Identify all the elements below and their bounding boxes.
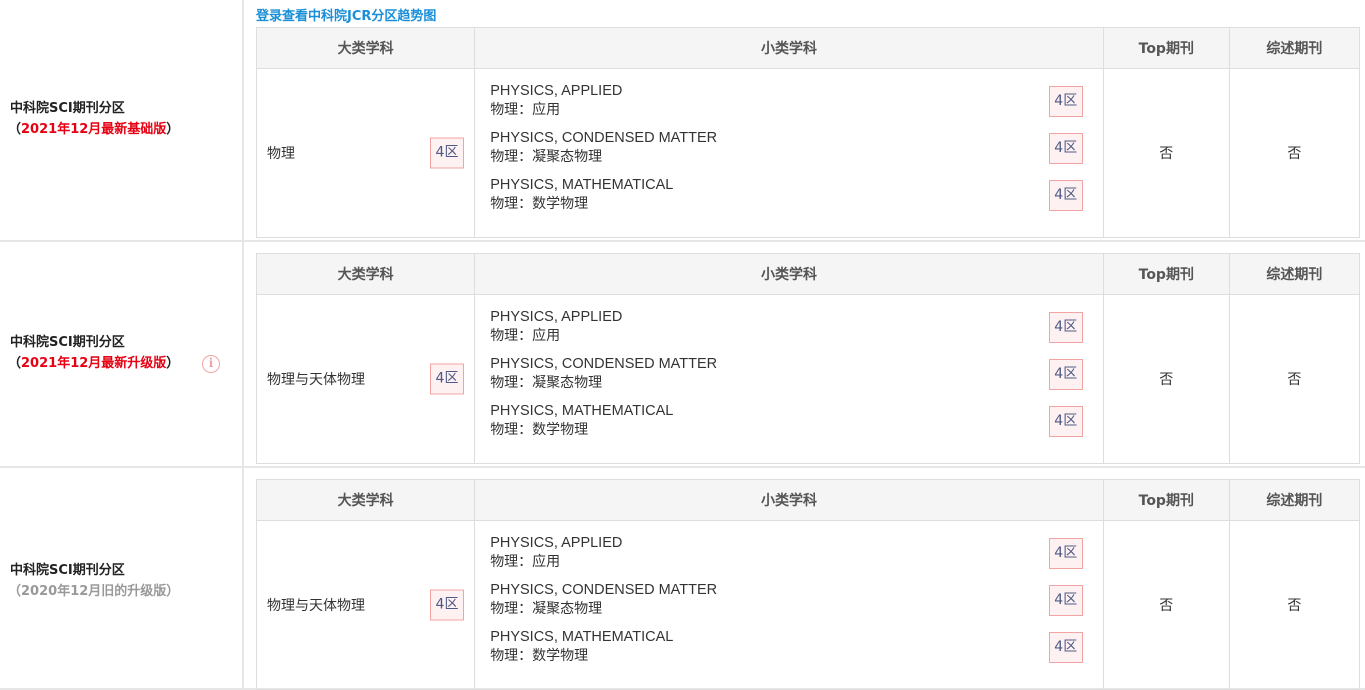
version-label: 2021年12月最新升级版 xyxy=(21,356,167,371)
section-title: 中科院SCI期刊分区 xyxy=(10,335,125,350)
subcategory-english-name: PHYSICS, APPLIED xyxy=(490,83,623,99)
version-paren-close: ） xyxy=(166,356,180,371)
version-label: 2020年12月旧的升级版 xyxy=(21,584,167,599)
subcategory-item: PHYSICS, CONDENSED MATTER 物理：凝聚态物理 4区 xyxy=(490,581,1083,628)
table-row: 物理与天体物理 4区 PHYSICS, APPLIED 物理：应用 4区 PHYSICS,… xyxy=(255,294,1361,464)
top-journal-value: 否 xyxy=(1102,294,1230,464)
header-review-journal: 综述期刊 xyxy=(1228,27,1361,69)
section-label-panel: 中科院SCI期刊分区 （2021年12月最新基础版） xyxy=(0,0,244,240)
subcategory-english-name: PHYSICS, CONDENSED MATTER xyxy=(490,356,718,372)
subcategory-english-name: PHYSICS, MATHEMATICAL xyxy=(490,629,674,645)
small-category-cell: PHYSICS, APPLIED 物理：应用 4区 PHYSICS, CONDENSE… xyxy=(474,68,1104,238)
subcategory-chinese-name: 物理：应用 xyxy=(490,102,561,118)
subcategory-item: PHYSICS, CONDENSED MATTER 物理：凝聚态物理 4区 xyxy=(490,355,1083,402)
big-category-name: 物理与天体物理 xyxy=(267,598,365,614)
header-top-journal: Top期刊 xyxy=(1102,479,1230,521)
review-journal-value: 否 xyxy=(1228,520,1361,690)
zone-badge: 4区 xyxy=(1048,632,1083,663)
header-small-category: 小类学科 xyxy=(474,27,1104,69)
subcategory-chinese-name: 物理：应用 xyxy=(490,554,561,570)
header-review-journal: 综述期刊 xyxy=(1228,479,1361,521)
header-review-journal: 综述期刊 xyxy=(1228,253,1361,295)
review-journal-value: 否 xyxy=(1228,68,1361,238)
big-category-cell: 物理 4区 xyxy=(255,68,476,238)
big-category-name: 物理 xyxy=(267,146,295,162)
zone-badge: 4区 xyxy=(430,137,464,169)
subcategory-chinese-name: 物理：凝聚态物理 xyxy=(490,149,603,165)
table-row: 物理与天体物理 4区 PHYSICS, APPLIED 物理：应用 4区 PHYSICS,… xyxy=(255,520,1361,690)
header-small-category: 小类学科 xyxy=(474,479,1104,521)
subcategory-chinese-name: 物理：应用 xyxy=(490,328,561,344)
zone-badge: 4区 xyxy=(1048,359,1083,390)
header-big-category: 大类学科 xyxy=(255,479,476,521)
zone-badge: 4区 xyxy=(1048,585,1083,616)
subcategory-chinese-name: 物理：数学物理 xyxy=(490,422,589,438)
subcategory-item: PHYSICS, MATHEMATICAL 物理：数学物理 4区 xyxy=(490,628,1083,675)
version-paren-close: ） xyxy=(166,122,180,137)
header-big-category: 大类学科 xyxy=(255,253,476,295)
section-label-panel: 中科院SCI期刊分区 （2020年12月旧的升级版） xyxy=(0,468,244,688)
subcategory-english-name: PHYSICS, APPLIED xyxy=(490,309,623,325)
subcategory-english-name: PHYSICS, CONDENSED MATTER xyxy=(490,582,718,598)
section-label-panel: 中科院SCI期刊分区 （2021年12月最新升级版） i xyxy=(0,242,244,466)
subcategory-english-name: PHYSICS, MATHEMATICAL xyxy=(490,403,674,419)
version-label: 2021年12月最新基础版 xyxy=(21,122,167,137)
zone-section: 中科院SCI期刊分区 （2020年12月旧的升级版） 大类学科 小类学科 Top期刊 综述… xyxy=(0,468,1365,690)
section-version: （2020年12月旧的升级版） xyxy=(8,582,180,602)
zone-section: 中科院SCI期刊分区 （2021年12月最新基础版） 大类学科 小类学科 Top期刊 综述… xyxy=(0,0,1365,242)
big-category-cell: 物理与天体物理 4区 xyxy=(255,520,476,690)
subcategory-chinese-name: 物理：数学物理 xyxy=(490,648,589,664)
subcategory-item: PHYSICS, CONDENSED MATTER 物理：凝聚态物理 4区 xyxy=(490,129,1083,176)
zone-table: 大类学科 小类学科 Top期刊 综述期刊 物理与天体物理 4区 PHYSICS, APPLI… xyxy=(255,253,1361,464)
header-small-category: 小类学科 xyxy=(474,253,1104,295)
top-journal-value: 否 xyxy=(1102,520,1230,690)
subcategory-english-name: PHYSICS, MATHEMATICAL xyxy=(490,177,674,193)
review-journal-value: 否 xyxy=(1228,294,1361,464)
section-title: 中科院SCI期刊分区 xyxy=(10,101,125,116)
table-row: 物理 4区 PHYSICS, APPLIED 物理：应用 4区 PHYSICS, COND… xyxy=(255,68,1361,238)
small-category-cell: PHYSICS, APPLIED 物理：应用 4区 PHYSICS, CONDENSE… xyxy=(474,520,1104,690)
section-version: （2021年12月最新基础版） xyxy=(8,120,180,140)
subcategory-item: PHYSICS, MATHEMATICAL 物理：数学物理 4区 xyxy=(490,176,1083,223)
subcategory-chinese-name: 物理：凝聚态物理 xyxy=(490,601,603,617)
zone-badge: 4区 xyxy=(430,363,464,395)
zone-table: 大类学科 小类学科 Top期刊 综述期刊物理 4区 PHYSICS, APPLIED 物理：… xyxy=(255,27,1361,238)
subcategory-chinese-name: 物理：数学物理 xyxy=(490,196,589,212)
big-category-name: 物理与天体物理 xyxy=(267,372,365,388)
zone-badge: 4区 xyxy=(430,589,464,621)
subcategory-english-name: PHYSICS, APPLIED xyxy=(490,535,623,551)
header-big-category: 大类学科 xyxy=(255,27,476,69)
zone-badge: 4区 xyxy=(1048,312,1083,343)
subcategory-item: PHYSICS, APPLIED 物理：应用 4区 xyxy=(490,308,1083,355)
section-version: （2021年12月最新升级版） xyxy=(8,354,180,374)
small-category-cell: PHYSICS, APPLIED 物理：应用 4区 PHYSICS, CONDENSE… xyxy=(474,294,1104,464)
header-top-journal: Top期刊 xyxy=(1102,253,1230,295)
zone-badge: 4区 xyxy=(1048,133,1083,164)
zone-table: 大类学科 小类学科 Top期刊 综述期刊 物理与天体物理 4区 PHYSICS, APPLI… xyxy=(255,479,1361,690)
subcategory-english-name: PHYSICS, CONDENSED MATTER xyxy=(490,130,718,146)
subcategory-chinese-name: 物理：凝聚态物理 xyxy=(490,375,603,391)
zone-badge: 4区 xyxy=(1048,406,1083,437)
header-top-journal: Top期刊 xyxy=(1102,27,1230,69)
subcategory-item: PHYSICS, MATHEMATICAL 物理：数学物理 4区 xyxy=(490,402,1083,449)
zone-badge: 4区 xyxy=(1048,538,1083,569)
top-journal-value: 否 xyxy=(1102,68,1230,238)
zone-badge: 4区 xyxy=(1048,180,1083,211)
big-category-cell: 物理与天体物理 4区 xyxy=(255,294,476,464)
info-icon[interactable]: i xyxy=(202,355,220,373)
zone-badge: 4区 xyxy=(1048,86,1083,117)
subcategory-item: PHYSICS, APPLIED 物理：应用 4区 xyxy=(490,82,1083,129)
version-paren-close: ） xyxy=(166,584,180,599)
version-paren-open: （ xyxy=(8,356,22,371)
section-title: 中科院SCI期刊分区 xyxy=(10,563,125,578)
version-paren-open: （ xyxy=(8,584,22,599)
version-paren-open: （ xyxy=(8,122,22,137)
zone-section: 中科院SCI期刊分区 （2021年12月最新升级版） i 大类学科 小类学科 Top期刊综… xyxy=(0,242,1365,468)
subcategory-item: PHYSICS, APPLIED 物理：应用 4区 xyxy=(490,534,1083,581)
